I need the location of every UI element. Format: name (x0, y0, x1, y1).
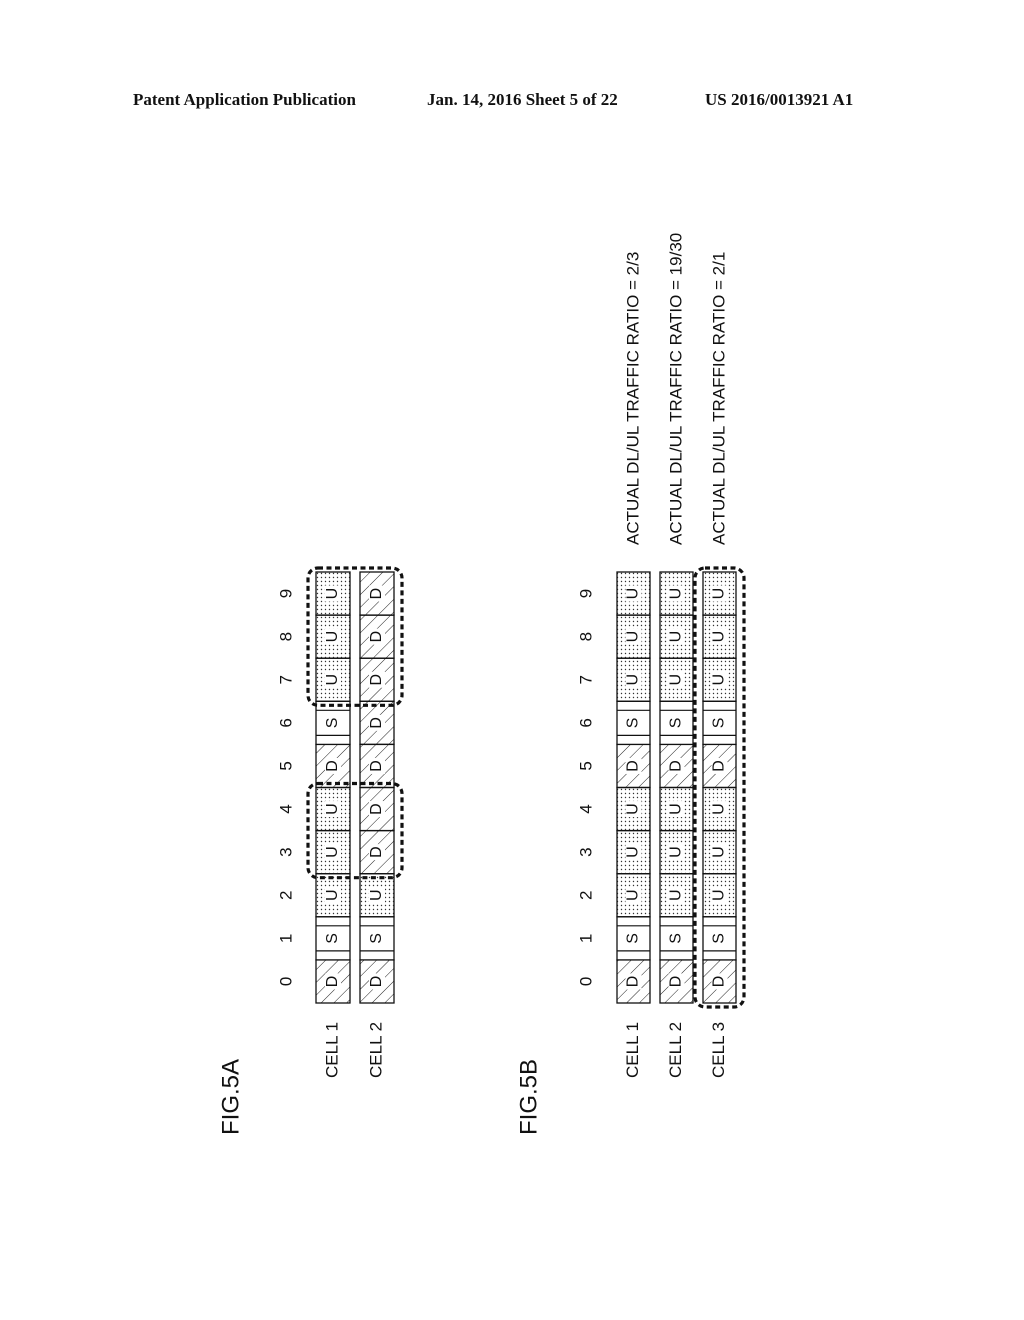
subframe-index: 7 (276, 675, 295, 684)
subframe-letter: D (711, 760, 728, 772)
subframe-letter: D (368, 760, 385, 772)
subframe-index: 5 (576, 761, 595, 770)
subframe-letter: S (668, 933, 685, 944)
traffic-ratio-label: ACTUAL DL/UL TRAFFIC RATIO = 2/3 (623, 252, 642, 545)
subframe-letter: D (625, 760, 642, 772)
subframe-letter: U (711, 674, 728, 686)
figure-label: FIG.5B (515, 1059, 542, 1135)
subframe-letter: U (368, 889, 385, 901)
traffic-ratio-label: ACTUAL DL/UL TRAFFIC RATIO = 19/30 (666, 233, 685, 545)
subframe-index: 6 (276, 718, 295, 727)
subframe-letter: U (324, 588, 341, 600)
subframe-letter: D (368, 976, 385, 988)
subframe-letter: D (368, 674, 385, 686)
cell-strip: CELL 1 D S U U U D S U U U (315, 571, 351, 1078)
subframe-index: 8 (576, 632, 595, 641)
subframe-letter: D (324, 760, 341, 772)
traffic-ratio-label: ACTUAL DL/UL TRAFFIC RATIO = 2/1 (709, 252, 728, 545)
subframe-letter: U (625, 631, 642, 643)
figure-label: FIG.5A (217, 1059, 244, 1135)
subframe-index: 1 (576, 934, 595, 943)
subframe-letter: U (668, 803, 685, 815)
subframe-index: 7 (576, 675, 595, 684)
subframe-index: 2 (276, 891, 295, 900)
figure-canvas: FIG.5A 0 1 2 3 4 5 6 7 8 9 CELL 1 D S U U U D S U U U CELL 2 D S… (217, 233, 746, 1135)
subframe-letter: D (711, 976, 728, 988)
cell-strip: CELL 3 D S U U U D S U U U (702, 571, 737, 1078)
subframe-index: 8 (276, 632, 295, 641)
subframe-letter: U (711, 631, 728, 643)
subframe-letter: D (368, 803, 385, 815)
subframe-letter: U (668, 846, 685, 858)
subframe-letter: U (668, 588, 685, 600)
subframe-index: 0 (576, 977, 595, 986)
cell-strip: CELL 1 D S U U U D S U U U (616, 571, 651, 1078)
cell-label: CELL 1 (322, 1022, 341, 1078)
cell-label: CELL 1 (623, 1022, 642, 1078)
subframe-letter: S (324, 933, 341, 944)
subframe-index: 9 (576, 589, 595, 598)
subframe-letter: U (324, 803, 341, 815)
subframe-letter: D (368, 588, 385, 600)
subframe-letter: S (324, 718, 341, 729)
subframe-letter: U (711, 588, 728, 600)
subframe-letter: U (324, 846, 341, 858)
cell-label: CELL 2 (666, 1022, 685, 1078)
subframe-letter: U (711, 889, 728, 901)
cell-label: CELL 2 (366, 1022, 385, 1078)
subframe-letter: S (668, 718, 685, 729)
subframe-letter: U (711, 803, 728, 815)
subframe-letter: S (625, 718, 642, 729)
subframe-letter: U (668, 674, 685, 686)
cell-label: CELL 3 (709, 1022, 728, 1078)
figure-root: FIG.5A 0 1 2 3 4 5 6 7 8 9 CELL 1 D S U U U D S U U U CELL 2 D S… (217, 233, 746, 1135)
subframe-letter: D (368, 631, 385, 643)
subframe-letter: U (625, 674, 642, 686)
subframe-letter: D (668, 976, 685, 988)
subframe-letter: U (324, 631, 341, 643)
subframe-letter: D (324, 976, 341, 988)
subframe-letter: D (368, 717, 385, 729)
subframe-index: 3 (276, 847, 295, 856)
cell-strip: CELL 2 D S U U U D S U U U (659, 571, 694, 1078)
subframe-letter: U (711, 846, 728, 858)
fig5a-group: FIG.5A 0 1 2 3 4 5 6 7 8 9 CELL 1 D S U U U D S U U U CELL 2 D S… (217, 566, 404, 1135)
subframe-letter: D (368, 846, 385, 858)
fig5b-group: FIG.5B 0 1 2 3 4 5 6 7 8 9 CELL 1 D S U U U D S U U U CELL 2 D S… (515, 233, 746, 1135)
subframe-index: 4 (576, 804, 595, 813)
subframe-letter: S (368, 933, 385, 944)
subframe-letter: U (324, 889, 341, 901)
subframe-index: 1 (276, 934, 295, 943)
subframe-index: 6 (576, 718, 595, 727)
subframe-index: 0 (276, 977, 295, 986)
subframe-letter: U (625, 803, 642, 815)
subframe-letter: U (625, 889, 642, 901)
cell-strip: CELL 2 D S U D D D D D D D (359, 571, 395, 1078)
subframe-letter: U (625, 846, 642, 858)
subframe-letter: U (625, 588, 642, 600)
subframe-letter: U (324, 674, 341, 686)
subframe-letter: S (711, 933, 728, 944)
subframe-letter: D (625, 976, 642, 988)
subframe-letter: U (668, 889, 685, 901)
subframe-index: 2 (576, 891, 595, 900)
subframe-letter: S (625, 933, 642, 944)
subframe-index: 4 (276, 804, 295, 813)
subframe-letter: U (668, 631, 685, 643)
subframe-index: 3 (576, 847, 595, 856)
subframe-index: 9 (276, 589, 295, 598)
subframe-letter: S (711, 718, 728, 729)
subframe-index: 5 (276, 761, 295, 770)
subframe-letter: D (668, 760, 685, 772)
